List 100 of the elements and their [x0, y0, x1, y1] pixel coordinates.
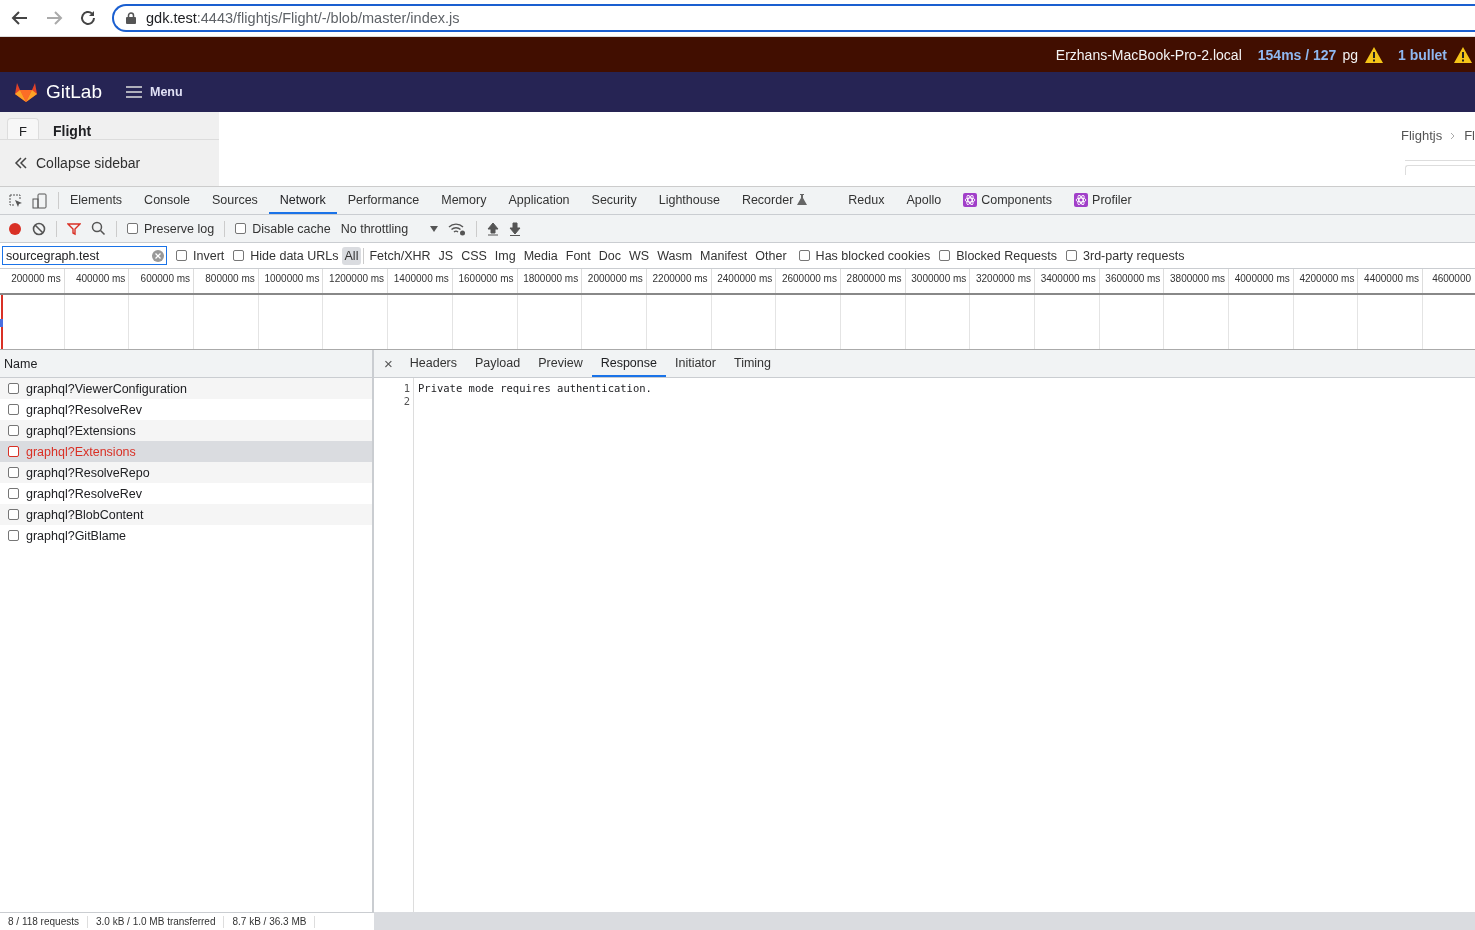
upload-icon[interactable] — [487, 221, 500, 236]
request-row[interactable]: graphql?ResolveRev — [0, 483, 372, 504]
type-filter[interactable]: Doc — [595, 246, 624, 265]
host-name: Erzhans-MacBook-Pro-2.local — [1055, 46, 1242, 63]
warning-icon — [1364, 45, 1384, 64]
menu-icon — [126, 86, 142, 98]
filter-field[interactable]: sourcegraph.test — [2, 246, 167, 265]
close-button[interactable]: × — [380, 350, 401, 377]
checkbox[interactable] — [8, 530, 19, 541]
status-text: 3.0 kB / 1.0 MB transferred — [88, 915, 225, 928]
record-icon[interactable] — [8, 221, 22, 236]
time-tick: 3600000 ms — [1099, 269, 1165, 293]
type-filter[interactable]: WS — [626, 246, 653, 265]
devtools-tab[interactable]: Components — [952, 187, 1064, 214]
fox-logo-icon[interactable] — [14, 81, 38, 103]
menu-button[interactable]: Menu — [126, 85, 183, 99]
clear-icon[interactable] — [32, 221, 46, 236]
project-name[interactable]: Flight — [53, 124, 92, 139]
atom-icon — [963, 192, 978, 207]
checkbox-label: Preserve log — [144, 221, 215, 236]
type-filter[interactable]: All — [341, 246, 362, 265]
bullet-count[interactable]: 1 bullet — [1398, 46, 1447, 63]
checkbox[interactable] — [127, 223, 138, 234]
detail-tab[interactable]: Payload — [466, 350, 530, 377]
checkbox-label: Hide data URLs — [250, 248, 339, 263]
detail-tab[interactable]: Response — [591, 350, 666, 377]
collapse-sidebar-button[interactable]: Collapse sidebar — [0, 140, 219, 186]
checkbox[interactable] — [798, 250, 810, 261]
type-filter[interactable]: Img — [491, 246, 519, 265]
request-row[interactable]: graphql?ResolveRepo — [0, 462, 372, 483]
detail-tab[interactable]: Timing — [724, 350, 780, 377]
type-filter[interactable]: Media — [520, 246, 561, 265]
devtools-tab[interactable]: Lighthouse — [647, 187, 731, 214]
time-tick: 400000 ms — [64, 269, 130, 293]
breadcrumb-link[interactable]: Flightjs — [1400, 128, 1443, 143]
checkbox-label: Has blocked cookies — [815, 248, 931, 263]
checkbox[interactable] — [939, 250, 951, 261]
throttling-dropdown[interactable]: No throttling — [340, 221, 439, 236]
request-row[interactable]: graphql?ViewerConfiguration — [0, 378, 372, 399]
time-tick: 2600000 ms — [776, 269, 841, 293]
devtools-tab[interactable]: Application — [497, 187, 581, 214]
time-tick: 200000 ms — [0, 269, 65, 293]
type-filter[interactable]: Wasm — [654, 246, 696, 265]
checkbox[interactable] — [235, 223, 247, 234]
column-header[interactable]: Name — [0, 350, 372, 378]
type-filter[interactable]: CSS — [458, 246, 490, 265]
reload-icon[interactable] — [78, 8, 98, 28]
checkbox[interactable] — [8, 509, 19, 520]
devtools-tab[interactable]: Memory — [430, 187, 498, 214]
type-filter[interactable]: Other — [752, 246, 790, 265]
atom-icon — [1074, 192, 1089, 207]
breadcrumb-link[interactable]: Fl — [1464, 128, 1475, 143]
detail-tab[interactable]: Preview — [529, 350, 592, 377]
wifi-gear-icon[interactable] — [448, 221, 467, 236]
detail-tab[interactable]: Headers — [400, 350, 466, 377]
time-tick: 1200000 ms — [323, 269, 389, 293]
time-tick: 1000000 ms — [258, 269, 324, 293]
status-text: 8 / 118 requests — [0, 915, 88, 928]
timing-link[interactable]: 154ms / 127 — [1257, 46, 1337, 63]
clear-icon[interactable] — [152, 249, 164, 262]
double-chevron-icon — [14, 157, 28, 169]
search-icon[interactable] — [91, 221, 106, 236]
checkbox[interactable] — [233, 250, 245, 261]
type-filter[interactable]: JS — [435, 246, 457, 265]
devtools-tab[interactable]: Recorder — [730, 187, 838, 214]
address-bar[interactable]: gdk.test:4443/flightjs/Flight/-/blob/master/index.js — [112, 4, 1475, 32]
checkbox[interactable] — [1066, 250, 1078, 261]
time-tick: 3800000 ms — [1164, 269, 1230, 293]
devtools-tab[interactable]: Elements — [59, 187, 134, 214]
type-filter[interactable]: Fetch/XHR — [366, 246, 434, 265]
checkbox[interactable] — [8, 383, 19, 394]
caret-icon — [430, 225, 439, 232]
project-avatar[interactable]: F — [7, 118, 39, 139]
detail-tab[interactable]: Initiator — [665, 350, 725, 377]
request-row[interactable]: graphql?ResolveRev — [0, 399, 372, 420]
request-row[interactable]: graphql?BlobContent — [0, 504, 372, 525]
request-row[interactable]: graphql?Extensions — [0, 420, 372, 441]
checkbox[interactable] — [8, 467, 19, 478]
type-filter[interactable]: Manifest — [697, 246, 751, 265]
devtools-tab[interactable]: Security — [580, 187, 648, 214]
checkbox[interactable] — [8, 488, 19, 499]
devtools-tab[interactable]: Performance — [336, 187, 431, 214]
devtools-tab[interactable]: Redux — [837, 187, 896, 214]
checkbox[interactable] — [8, 446, 19, 457]
devtools-tab[interactable]: Console — [133, 187, 201, 214]
request-row[interactable]: graphql?GitBlame — [0, 525, 372, 546]
devtools-tab[interactable]: Profiler — [1063, 187, 1143, 214]
filter-icon[interactable] — [67, 221, 81, 236]
checkbox[interactable] — [8, 404, 19, 415]
devtools-tab[interactable]: Sources — [201, 187, 269, 214]
inspect-icon[interactable] — [8, 192, 24, 209]
device-icon[interactable] — [32, 192, 48, 209]
download-icon[interactable] — [509, 221, 522, 236]
request-row[interactable]: graphql?Extensions — [0, 441, 372, 462]
warning-icon — [1453, 45, 1473, 64]
devtools-tab[interactable]: Apollo — [895, 187, 953, 214]
chevron-icon — [1450, 131, 1457, 140]
checkbox[interactable] — [8, 425, 19, 436]
checkbox[interactable] — [176, 250, 187, 261]
type-filter[interactable]: Font — [562, 246, 594, 265]
